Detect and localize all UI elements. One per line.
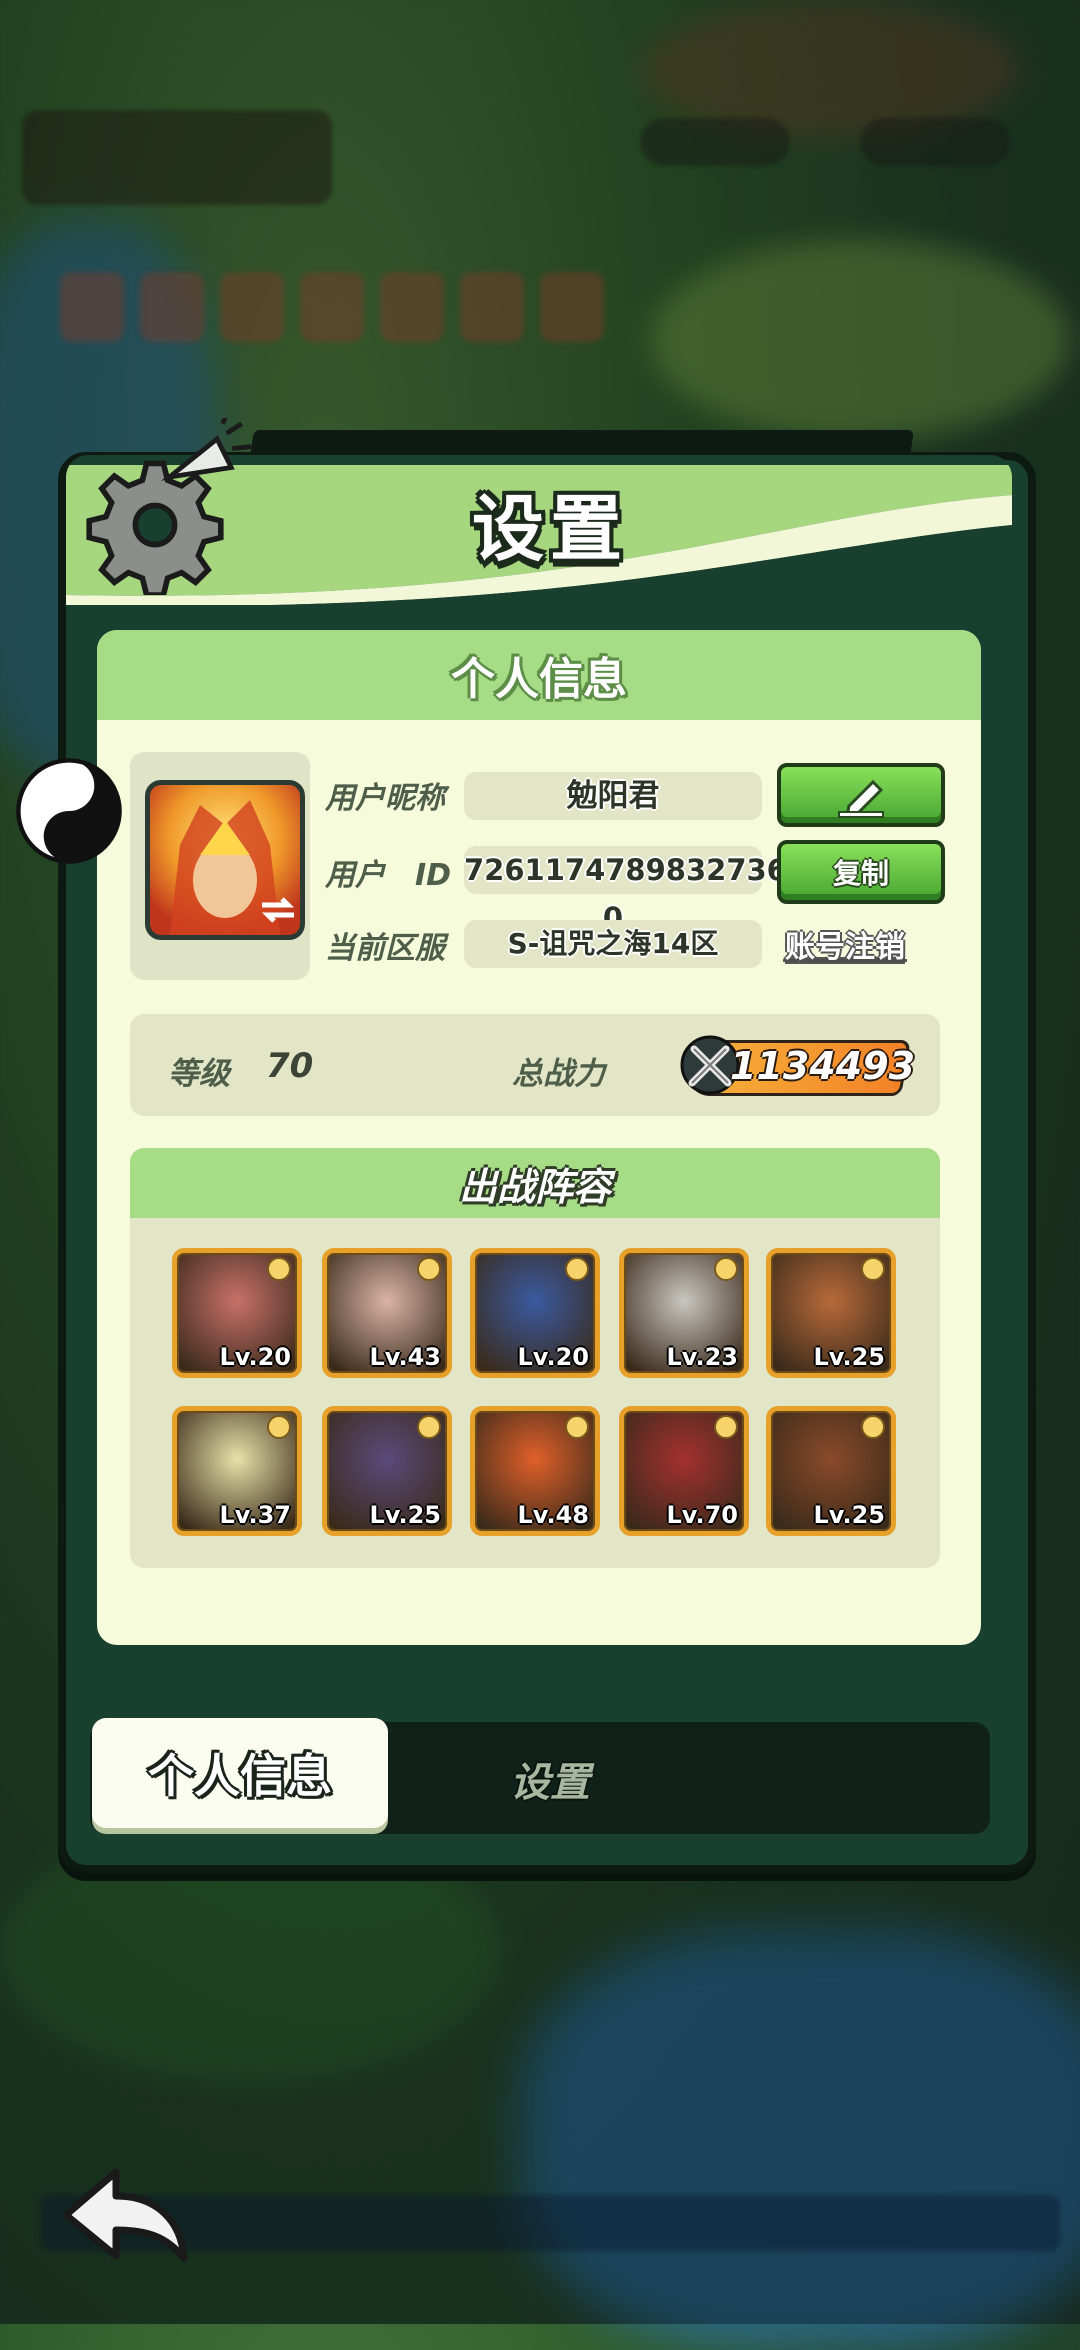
hero-level: Lv.25 bbox=[813, 1501, 886, 1529]
element-badge-icon bbox=[861, 1257, 885, 1281]
hero-level: Lv.48 bbox=[517, 1501, 590, 1529]
hero-level: Lv.20 bbox=[517, 1343, 590, 1371]
nickname-label: 用户昵称 bbox=[325, 781, 445, 816]
hero-level: Lv.23 bbox=[666, 1343, 739, 1371]
power-value: 1134493 bbox=[730, 1044, 916, 1088]
server-label: 当前区服 bbox=[325, 931, 445, 966]
element-badge-icon bbox=[417, 1257, 441, 1281]
hero-level: Lv.25 bbox=[813, 1343, 886, 1371]
element-badge-icon bbox=[267, 1257, 291, 1281]
panel-title: 设置 bbox=[471, 487, 628, 571]
hero-level: Lv.20 bbox=[219, 1343, 292, 1371]
level-value: 70 bbox=[266, 1046, 314, 1086]
hero-level: Lv.37 bbox=[219, 1501, 292, 1529]
power-label: 总战力 bbox=[512, 1056, 605, 1092]
hero-slot[interactable]: Lv.23 bbox=[619, 1248, 749, 1378]
hero-slot[interactable]: Lv.20 bbox=[172, 1248, 302, 1378]
back-arrow-icon[interactable] bbox=[56, 2160, 196, 2270]
hero-slot[interactable]: Lv.70 bbox=[619, 1406, 749, 1536]
element-badge-icon bbox=[267, 1415, 291, 1439]
tab-settings[interactable]: 设置 bbox=[460, 1750, 640, 1808]
hero-slot[interactable]: Lv.25 bbox=[322, 1406, 452, 1536]
hero-level: Lv.43 bbox=[369, 1343, 442, 1371]
hero-slot[interactable]: Lv.25 bbox=[766, 1248, 896, 1378]
element-badge-icon bbox=[714, 1415, 738, 1439]
swap-arrow-icon[interactable] bbox=[258, 895, 298, 925]
yin-yang-icon[interactable] bbox=[14, 756, 124, 866]
hero-slot[interactable]: Lv.48 bbox=[470, 1406, 600, 1536]
hero-slot[interactable]: Lv.20 bbox=[470, 1248, 600, 1378]
element-badge-icon bbox=[565, 1257, 589, 1281]
deregister-account-link[interactable]: 账号注销 bbox=[785, 922, 905, 966]
lineup-title: 出战阵容 bbox=[458, 1165, 611, 1209]
element-badge-icon bbox=[565, 1415, 589, 1439]
server-field: S-诅咒之海14区 bbox=[464, 920, 762, 968]
element-badge-icon bbox=[714, 1257, 738, 1281]
copy-id-button[interactable]: 复制 bbox=[777, 840, 945, 904]
element-badge-icon bbox=[861, 1415, 885, 1439]
hero-slot[interactable]: Lv.43 bbox=[322, 1248, 452, 1378]
nickname-field: 勉阳君 bbox=[464, 772, 762, 820]
edit-pencil-icon bbox=[838, 779, 884, 818]
hero-level: Lv.25 bbox=[369, 1501, 442, 1529]
hero-slot[interactable]: Lv.25 bbox=[766, 1406, 896, 1536]
megaphone-icon bbox=[161, 418, 252, 481]
element-badge-icon bbox=[417, 1415, 441, 1439]
profile-section-title: 个人信息 bbox=[451, 654, 627, 705]
user-id-label: 用户 ID bbox=[325, 858, 452, 893]
user-id-field: 7261174789832736​0 bbox=[464, 846, 787, 935]
edit-nickname-button[interactable] bbox=[777, 763, 945, 827]
hero-level: Lv.70 bbox=[666, 1501, 739, 1529]
hero-slot[interactable]: Lv.37 bbox=[172, 1406, 302, 1536]
tab-personal-info[interactable]: 个人信息 bbox=[92, 1718, 388, 1828]
level-label: 等级 bbox=[168, 1056, 230, 1092]
